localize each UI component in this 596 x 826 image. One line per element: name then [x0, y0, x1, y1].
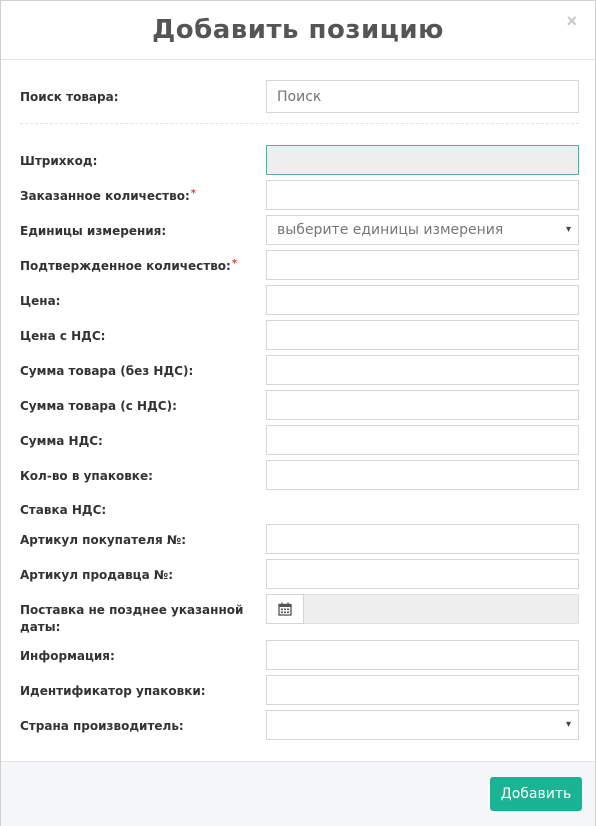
units-select[interactable]: выберите единицы измерения ▾ [266, 215, 579, 245]
units-selected-value: выберите единицы измерения [277, 222, 504, 238]
ordered-qty-label: Заказанное количество:* [20, 188, 196, 203]
barcode-field[interactable] [266, 145, 579, 175]
close-icon[interactable]: × [566, 11, 577, 32]
chevron-down-icon: ▾ [565, 224, 571, 235]
seller-article-label: Артикул продавца №: [20, 568, 174, 582]
divider [20, 123, 579, 124]
seller-article-field[interactable] [266, 559, 579, 589]
delivery-date-label: Поставка не позднее указанной даты: [20, 603, 244, 634]
vat-rate-label: Ставка НДС: [20, 503, 107, 517]
required-mark: * [231, 258, 238, 269]
sum-vat-label: Сумма товара (с НДС): [20, 399, 177, 413]
buyer-article-label: Артикул покупателя №: [20, 533, 187, 547]
info-field[interactable] [266, 640, 579, 670]
country-label: Страна производитель: [20, 719, 184, 733]
units-label: Единицы измерения: [20, 224, 167, 238]
info-label: Информация: [20, 649, 115, 663]
chevron-down-icon: ▾ [565, 719, 571, 730]
add-button[interactable]: Добавить [490, 777, 582, 811]
package-id-field[interactable] [266, 675, 579, 705]
package-id-label: Идентификатор упаковки: [20, 684, 206, 698]
vat-sum-label: Сумма НДС: [20, 434, 103, 448]
required-mark: * [190, 188, 196, 199]
ordered-qty-field[interactable] [266, 180, 579, 210]
search-label: Поиск товара: [20, 90, 119, 104]
modal-header: Добавить позицию × [1, 1, 595, 60]
confirmed-qty-label: Подтвержденное количество:* [20, 258, 238, 273]
delivery-date-picker [266, 594, 579, 624]
calendar-button[interactable] [266, 594, 304, 624]
sum-no-vat-field[interactable] [266, 355, 579, 385]
add-position-modal: Добавить позицию × Поиск товара: Штрихко… [0, 0, 596, 826]
modal-footer: Добавить [1, 761, 595, 826]
price-vat-label: Цена с НДС: [20, 329, 106, 343]
vat-sum-field[interactable] [266, 425, 579, 455]
sum-no-vat-label: Сумма товара (без НДС): [20, 364, 194, 378]
pack-qty-label: Кол-во в упаковке: [20, 469, 153, 483]
sum-vat-field[interactable] [266, 390, 579, 420]
price-vat-field[interactable] [266, 320, 579, 350]
confirmed-qty-field[interactable] [266, 250, 579, 280]
modal-title: Добавить позицию [152, 15, 444, 45]
delivery-date-input[interactable] [304, 594, 579, 624]
pack-qty-field[interactable] [266, 460, 579, 490]
calendar-icon [278, 602, 292, 616]
price-field[interactable] [266, 285, 579, 315]
price-label: Цена: [20, 294, 61, 308]
search-input[interactable] [266, 80, 579, 113]
country-select[interactable]: ▾ [266, 710, 579, 740]
buyer-article-field[interactable] [266, 524, 579, 554]
barcode-label: Штрихкод: [20, 154, 98, 168]
